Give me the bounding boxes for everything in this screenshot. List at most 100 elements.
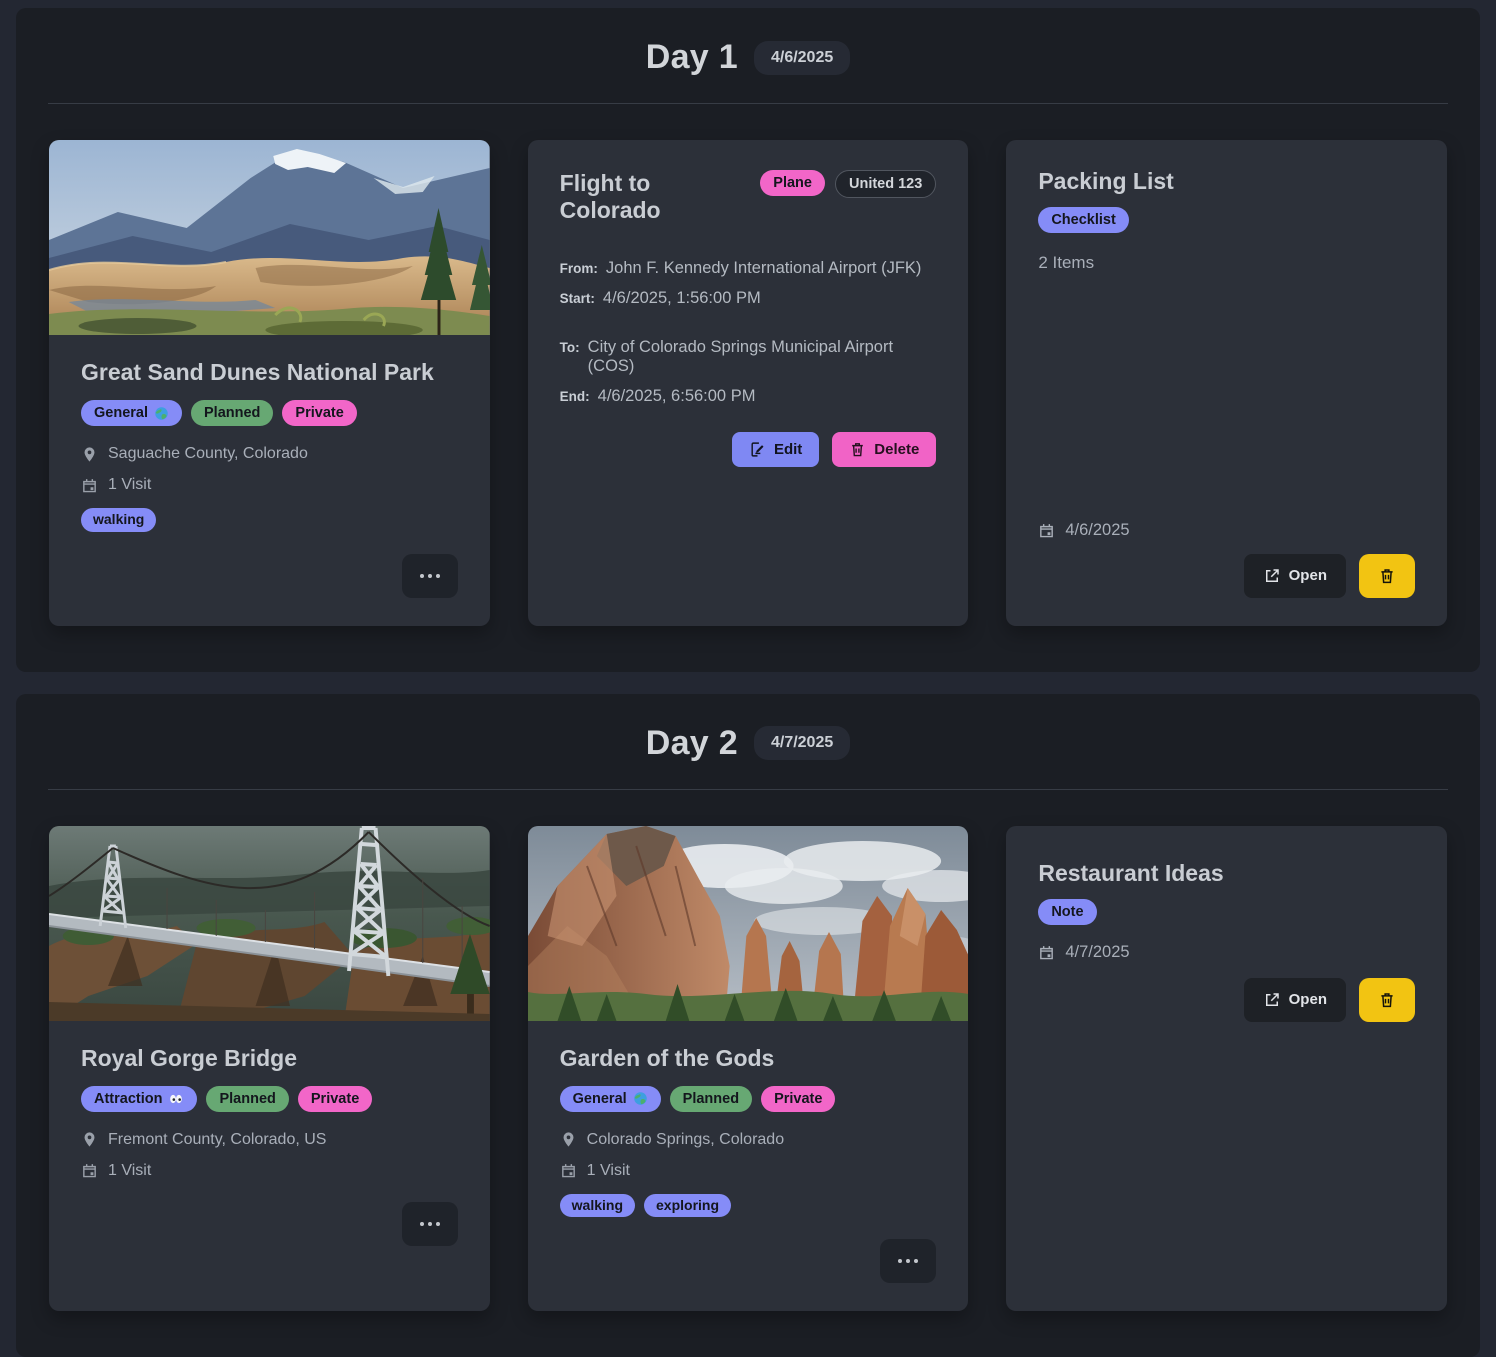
visibility-tag: Private [282, 400, 356, 426]
day-title: Day 2 [646, 724, 738, 763]
place-card-royal-gorge-bridge: Royal Gorge Bridge Attraction Planned Pr… [49, 826, 490, 1312]
activity-tags: walking [81, 508, 458, 532]
day-divider [48, 789, 1448, 790]
more-options-button[interactable] [880, 1239, 936, 1283]
checklist-date: 4/6/2025 [1065, 521, 1129, 540]
open-button[interactable]: Open [1244, 978, 1346, 1022]
activity-tag: exploring [644, 1194, 731, 1218]
note-date: 4/7/2025 [1065, 943, 1129, 962]
calendar-icon [560, 1162, 577, 1179]
day-section-1: Day 1 4/6/2025 [16, 8, 1480, 672]
location-text: Colorado Springs, Colorado [587, 1131, 784, 1149]
day-date-badge: 4/7/2025 [754, 726, 850, 760]
day-2-cards: Royal Gorge Bridge Attraction Planned Pr… [16, 826, 1480, 1312]
flight-start-value: 4/6/2025, 1:56:00 PM [603, 289, 761, 308]
flight-to-value: City of Colorado Springs Municipal Airpo… [588, 338, 937, 376]
trash-icon [849, 441, 866, 458]
place-card-great-sand-dunes: Great Sand Dunes National Park General P… [49, 140, 490, 626]
garden-of-the-gods-photo [528, 826, 969, 1021]
globe-icon [154, 406, 169, 421]
checklist-card: Packing List Checklist 2 Items 4/6/2025 … [1006, 140, 1447, 626]
calendar-icon [1038, 522, 1055, 539]
note-card: Restaurant Ideas Note 4/7/2025 Open [1006, 826, 1447, 1312]
day-1-header: Day 1 4/6/2025 [16, 8, 1480, 77]
external-link-icon [1263, 991, 1281, 1009]
day-date-badge: 4/6/2025 [754, 41, 850, 75]
great-sand-dunes-photo [49, 140, 490, 335]
visibility-tag: Private [298, 1086, 372, 1112]
place-card-garden-of-the-gods: Garden of the Gods General Planned Priva… [528, 826, 969, 1312]
flight-to-row: To: City of Colorado Springs Municipal A… [560, 338, 937, 376]
royal-gorge-bridge-photo [49, 826, 490, 1021]
tag-row: General Planned Private [560, 1086, 937, 1112]
delete-checklist-button[interactable] [1359, 554, 1415, 598]
place-title: Great Sand Dunes National Park [81, 359, 458, 386]
note-date-row: 4/7/2025 [1038, 943, 1415, 962]
category-tag: General [81, 400, 182, 426]
note-title: Restaurant Ideas [1038, 860, 1415, 887]
location-text: Saguache County, Colorado [108, 445, 308, 463]
eyes-icon [168, 1092, 184, 1106]
flight-from-row: From: John F. Kennedy International Airp… [560, 259, 937, 278]
visits-row: 1 Visit [560, 1162, 937, 1180]
flight-title: Flight to Colorado [560, 170, 751, 224]
category-tag: Attraction [81, 1086, 197, 1112]
trash-icon [1378, 567, 1396, 585]
status-tag: Planned [206, 1086, 288, 1112]
status-tag: Planned [670, 1086, 752, 1112]
items-count: 2 Items [1038, 253, 1415, 273]
day-1-cards: Great Sand Dunes National Park General P… [16, 140, 1480, 626]
ellipsis-icon [420, 1222, 440, 1226]
globe-icon [633, 1091, 648, 1106]
ellipsis-icon [420, 574, 440, 578]
day-divider [48, 103, 1448, 104]
edit-button[interactable]: Edit [732, 432, 819, 467]
location-row: Colorado Springs, Colorado [560, 1131, 937, 1149]
day-2-header: Day 2 4/7/2025 [16, 694, 1480, 763]
flight-end-value: 4/6/2025, 6:56:00 PM [598, 387, 756, 406]
place-title: Royal Gorge Bridge [81, 1045, 458, 1072]
visits-text: 1 Visit [587, 1162, 630, 1180]
location-text: Fremont County, Colorado, US [108, 1131, 326, 1149]
visits-row: 1 Visit [81, 476, 458, 494]
tag-row: Attraction Planned Private [81, 1086, 458, 1112]
visits-text: 1 Visit [108, 1162, 151, 1180]
more-options-button[interactable] [402, 1202, 458, 1246]
flight-end-row: End: 4/6/2025, 6:56:00 PM [560, 387, 937, 406]
tag-row: General Planned Private [81, 400, 458, 426]
edit-icon [749, 441, 766, 458]
delete-button[interactable]: Delete [832, 432, 936, 467]
activity-tag: walking [560, 1194, 635, 1218]
location-pin-icon [81, 446, 98, 463]
ellipsis-icon [898, 1259, 918, 1263]
calendar-icon [81, 477, 98, 494]
activity-tag: walking [81, 508, 156, 532]
external-link-icon [1263, 567, 1281, 585]
flight-card: Flight to Colorado Plane United 123 From… [528, 140, 969, 626]
category-tag: General [560, 1086, 661, 1112]
flight-start-row: Start: 4/6/2025, 1:56:00 PM [560, 289, 937, 308]
flight-number-badge: United 123 [835, 170, 936, 198]
day-title: Day 1 [646, 38, 738, 77]
day-section-2: Day 2 4/7/2025 [16, 694, 1480, 1357]
flight-from-value: John F. Kennedy International Airport (J… [606, 259, 922, 278]
open-button[interactable]: Open [1244, 554, 1346, 598]
visits-row: 1 Visit [81, 1162, 458, 1180]
activity-tags: walking exploring [560, 1194, 937, 1218]
checklist-title: Packing List [1038, 168, 1415, 195]
location-row: Saguache County, Colorado [81, 445, 458, 463]
location-row: Fremont County, Colorado, US [81, 1131, 458, 1149]
checklist-date-row: 4/6/2025 [1038, 521, 1415, 540]
visits-text: 1 Visit [108, 476, 151, 494]
transport-mode-tag: Plane [760, 170, 825, 196]
checklist-badge: Checklist [1038, 207, 1128, 233]
more-options-button[interactable] [402, 554, 458, 598]
delete-note-button[interactable] [1359, 978, 1415, 1022]
calendar-icon [81, 1162, 98, 1179]
calendar-icon [1038, 944, 1055, 961]
visibility-tag: Private [761, 1086, 835, 1112]
location-pin-icon [560, 1131, 577, 1148]
status-tag: Planned [191, 400, 273, 426]
note-badge: Note [1038, 899, 1096, 925]
trash-icon [1378, 991, 1396, 1009]
